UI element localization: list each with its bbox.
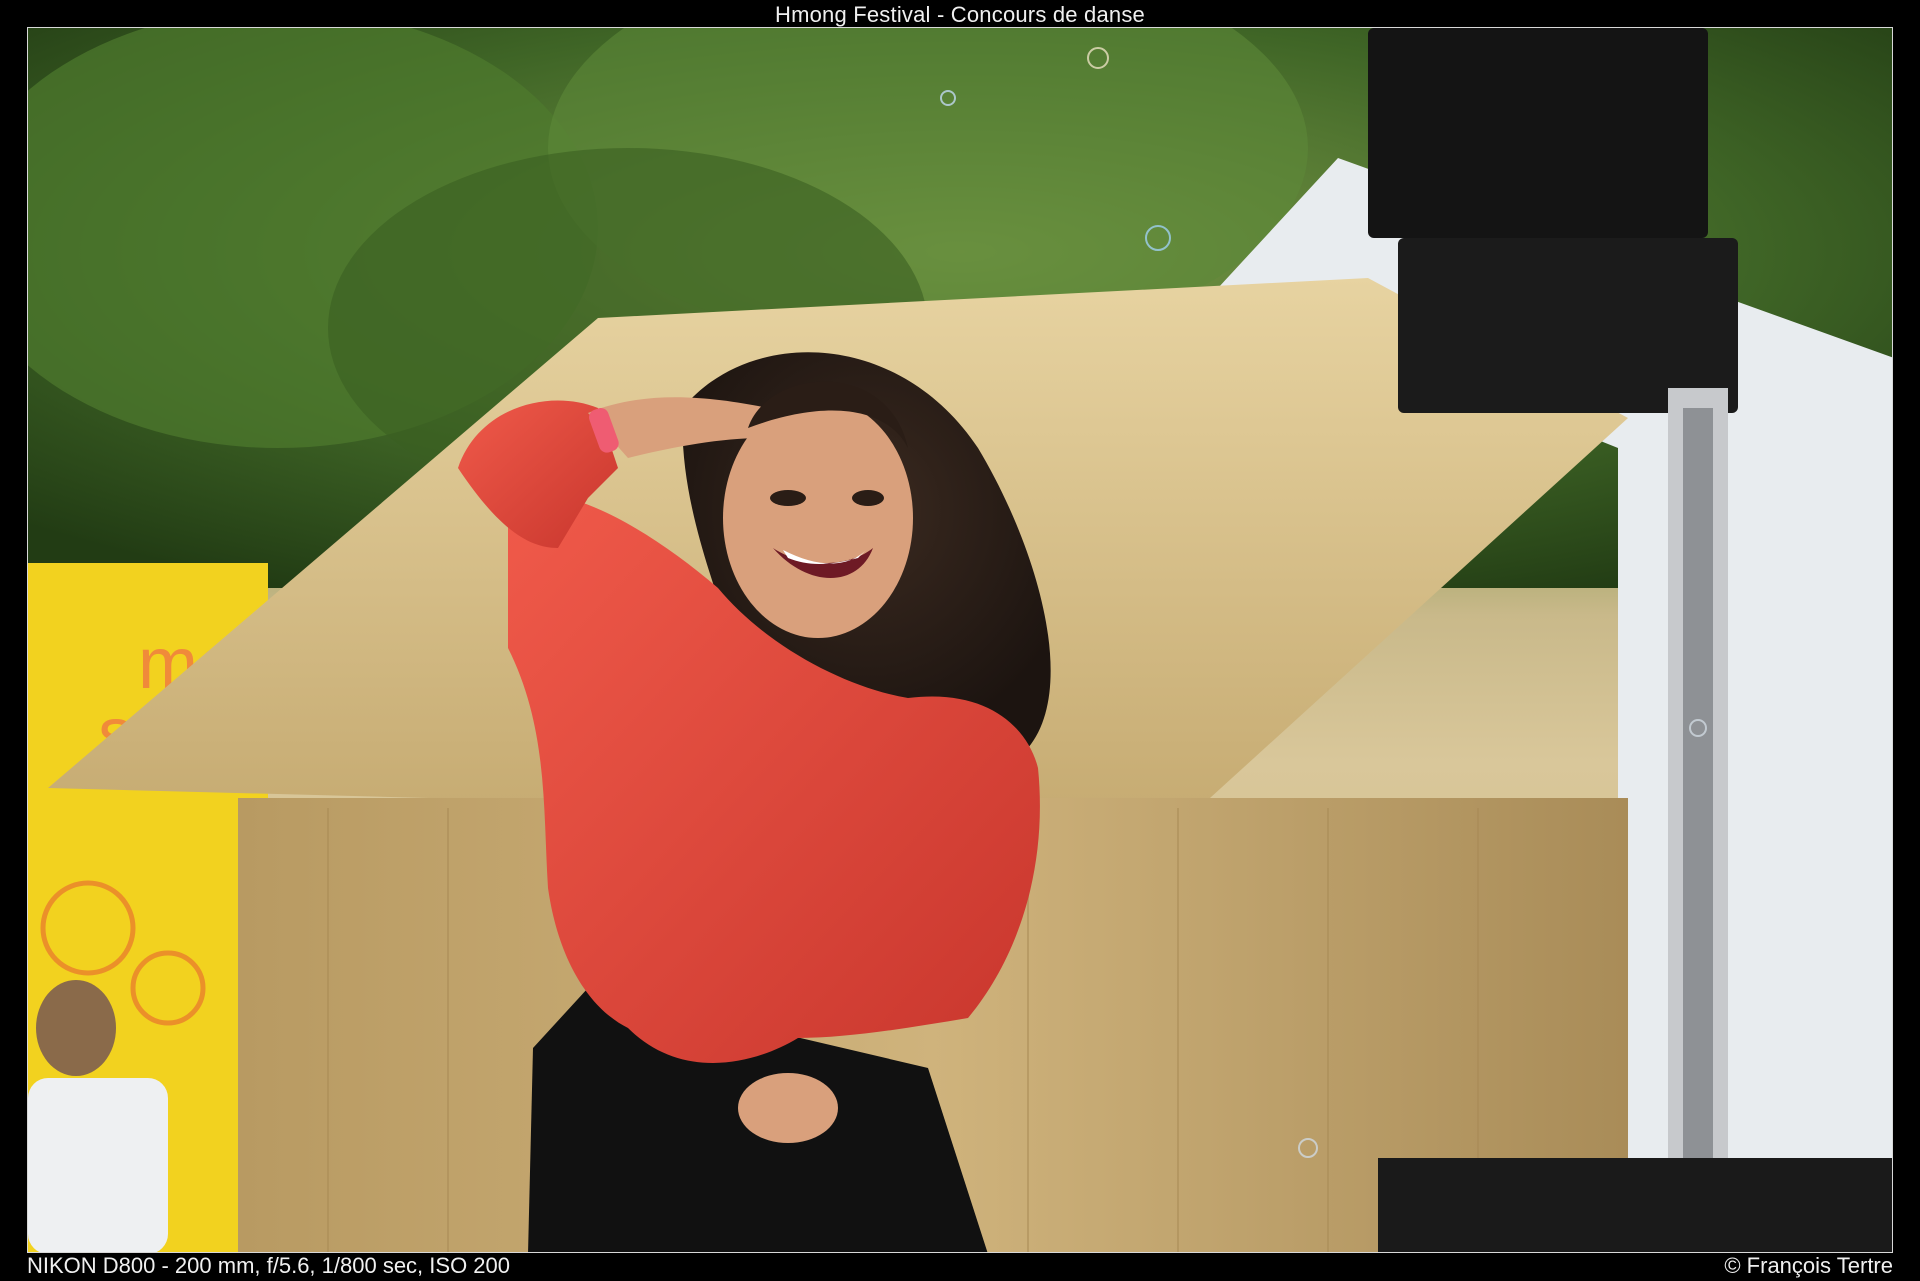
dancer-lower-hand [738,1073,838,1143]
stage-monitor [1378,1158,1892,1252]
background-child-shirt [28,1078,168,1252]
photo-scene: moo sti [28,28,1892,1252]
speaker-bottom [1398,238,1738,413]
copyright-notice: © François Tertre [1724,1253,1893,1278]
background-child-head [36,980,116,1076]
photo-frame: moo sti [27,27,1893,1253]
camera-exif-info: NIKON D800 - 200 mm, f/5.6, 1/800 sec, I… [27,1253,511,1278]
speaker-top [1368,28,1708,238]
photo-title: Hmong Festival - Concours de danse [775,2,1145,27]
dancer-face [723,398,913,638]
